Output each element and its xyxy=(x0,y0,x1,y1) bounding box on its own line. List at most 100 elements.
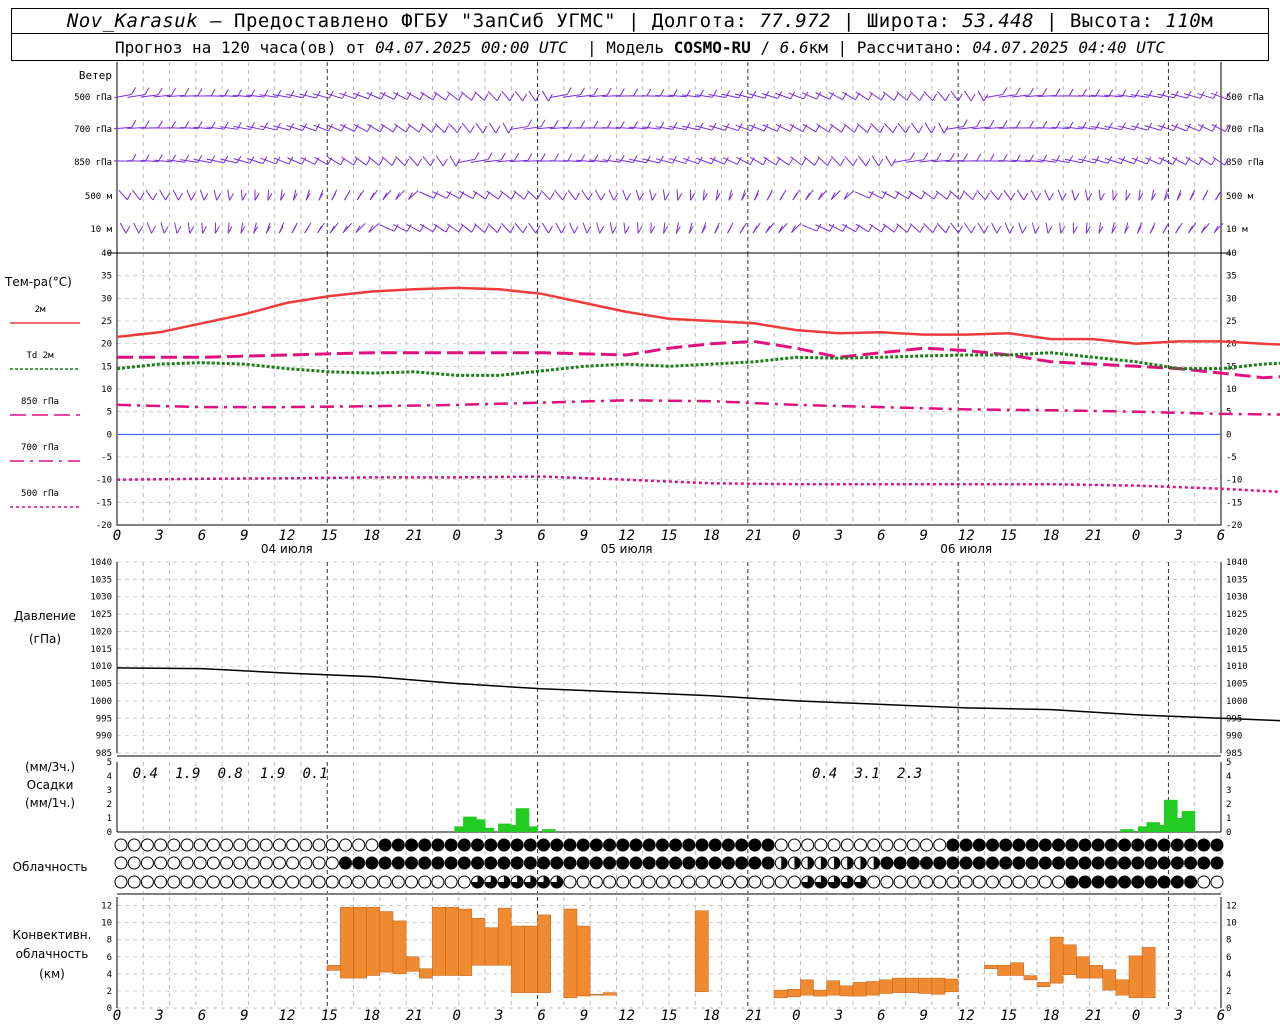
wind-barb xyxy=(487,223,498,233)
cloud-circle xyxy=(774,875,788,889)
wind-barb-feather xyxy=(1002,87,1008,95)
cloud-fill xyxy=(1026,839,1039,851)
wind-barb-feather xyxy=(932,225,938,233)
cloud-symbol xyxy=(431,838,445,852)
cloud-circle xyxy=(972,875,986,889)
pres-tick-right: 1030 xyxy=(1226,593,1248,603)
cloud-circle xyxy=(325,838,339,852)
wind-barb xyxy=(555,222,562,234)
conv-tick-right: 6 xyxy=(1226,953,1231,963)
conv-bar xyxy=(879,979,893,994)
wind-barb-feather xyxy=(1188,225,1193,234)
cloud-fill xyxy=(762,839,775,851)
conv-bar xyxy=(1036,982,1051,987)
wind-barb xyxy=(131,189,141,201)
cloud-symbol xyxy=(1118,875,1132,889)
cloud-circle xyxy=(405,875,419,889)
cloud-symbol xyxy=(695,875,709,889)
cloud-symbol xyxy=(682,838,696,852)
cloud-circle xyxy=(312,875,326,889)
x-tick-label-bottom: 3 xyxy=(1173,1008,1182,1024)
wind-barb-feather xyxy=(989,119,995,128)
wind-barb-feather xyxy=(892,125,898,133)
wind-barb xyxy=(582,222,588,234)
temp-tick-right-top: 40 xyxy=(1226,249,1237,259)
cloud-symbol xyxy=(880,875,894,889)
x-tick-label: 21 xyxy=(1085,528,1102,544)
cloud-fill xyxy=(577,839,590,851)
cloud-fill xyxy=(484,857,497,869)
wind-barb xyxy=(803,156,815,166)
wind-barb xyxy=(775,124,791,132)
wind-barb-feather xyxy=(714,225,720,234)
conv-bar xyxy=(892,977,906,993)
x-tick-label-bottom: 21 xyxy=(406,1008,423,1024)
precip-tick-left: 4 xyxy=(107,772,112,782)
cloud-fill xyxy=(1118,876,1131,888)
cloud-circle xyxy=(655,875,669,889)
cloud-fill xyxy=(1039,857,1052,869)
cloud-symbol xyxy=(735,856,749,870)
cloud-symbol xyxy=(510,856,524,870)
pres-tick-left: 1000 xyxy=(90,697,112,707)
wind-barb-feather xyxy=(540,153,546,161)
cloud-circle xyxy=(299,875,313,889)
pres-tick-right: 1005 xyxy=(1226,680,1248,690)
wind-barb xyxy=(394,123,407,133)
cloud-circle xyxy=(880,838,894,852)
pres-tick-right: 1035 xyxy=(1226,575,1248,585)
wind-barb-feather xyxy=(566,87,572,95)
cloud-symbol xyxy=(272,875,286,889)
x-tick-label-bottom: 15 xyxy=(1000,1008,1017,1024)
wind-barb-feather xyxy=(606,87,612,96)
cloud-fill xyxy=(405,857,418,869)
wind-barb-feather xyxy=(1202,192,1208,201)
pres-tick-right: 1020 xyxy=(1226,627,1248,637)
cloud-symbol xyxy=(471,875,485,889)
cloud-fill xyxy=(999,839,1012,851)
wind-barb xyxy=(488,122,497,134)
cloud-symbol xyxy=(286,838,300,852)
cloud-circle xyxy=(206,875,220,889)
wind-barb xyxy=(581,189,589,201)
cloud-circle xyxy=(840,838,854,852)
wind-barb-feather xyxy=(976,119,982,128)
wind-barb xyxy=(187,222,191,234)
cloud-symbol xyxy=(286,856,300,870)
cloud-fill xyxy=(696,839,709,851)
x-tick-label-bottom: 21 xyxy=(1085,1008,1102,1024)
cloud-symbol xyxy=(233,838,247,852)
cloud-symbol xyxy=(972,856,986,870)
wind-barb-feather xyxy=(1015,120,1021,128)
wind-barb-feather xyxy=(522,93,528,102)
cloud-fill xyxy=(1144,839,1157,851)
cloud-fill xyxy=(1078,857,1091,869)
cloud-fill xyxy=(1052,857,1065,869)
cloud-circle xyxy=(272,856,286,870)
cloud-fill xyxy=(960,857,973,869)
cloud-symbol xyxy=(338,875,352,889)
wind-barb xyxy=(227,189,231,201)
pres-tick-right: 990 xyxy=(1226,732,1242,742)
cloud-symbol xyxy=(972,875,986,889)
wind-barb xyxy=(963,222,972,234)
wind-barb-feather xyxy=(920,191,926,200)
cloud-symbol xyxy=(365,838,379,852)
wind-barb-feather xyxy=(905,125,911,134)
cloud-symbol xyxy=(721,875,735,889)
wind-barb xyxy=(240,189,243,201)
wind-barb xyxy=(1084,189,1089,201)
cloud-symbol xyxy=(761,856,775,870)
cloud-fill xyxy=(1012,857,1025,869)
cloud-symbol xyxy=(220,856,234,870)
cloud-fill xyxy=(973,857,986,869)
cloud-symbol xyxy=(735,875,749,889)
wind-barb xyxy=(989,189,999,201)
conv-tick-right: 8 xyxy=(1226,936,1231,946)
cloud-fill xyxy=(339,857,352,869)
wind-barb-feather xyxy=(779,192,785,201)
wind-barb xyxy=(1044,189,1050,201)
cloud-symbol xyxy=(510,875,524,889)
wind-barb-feather xyxy=(1074,193,1080,201)
cloud-circle xyxy=(576,875,590,889)
